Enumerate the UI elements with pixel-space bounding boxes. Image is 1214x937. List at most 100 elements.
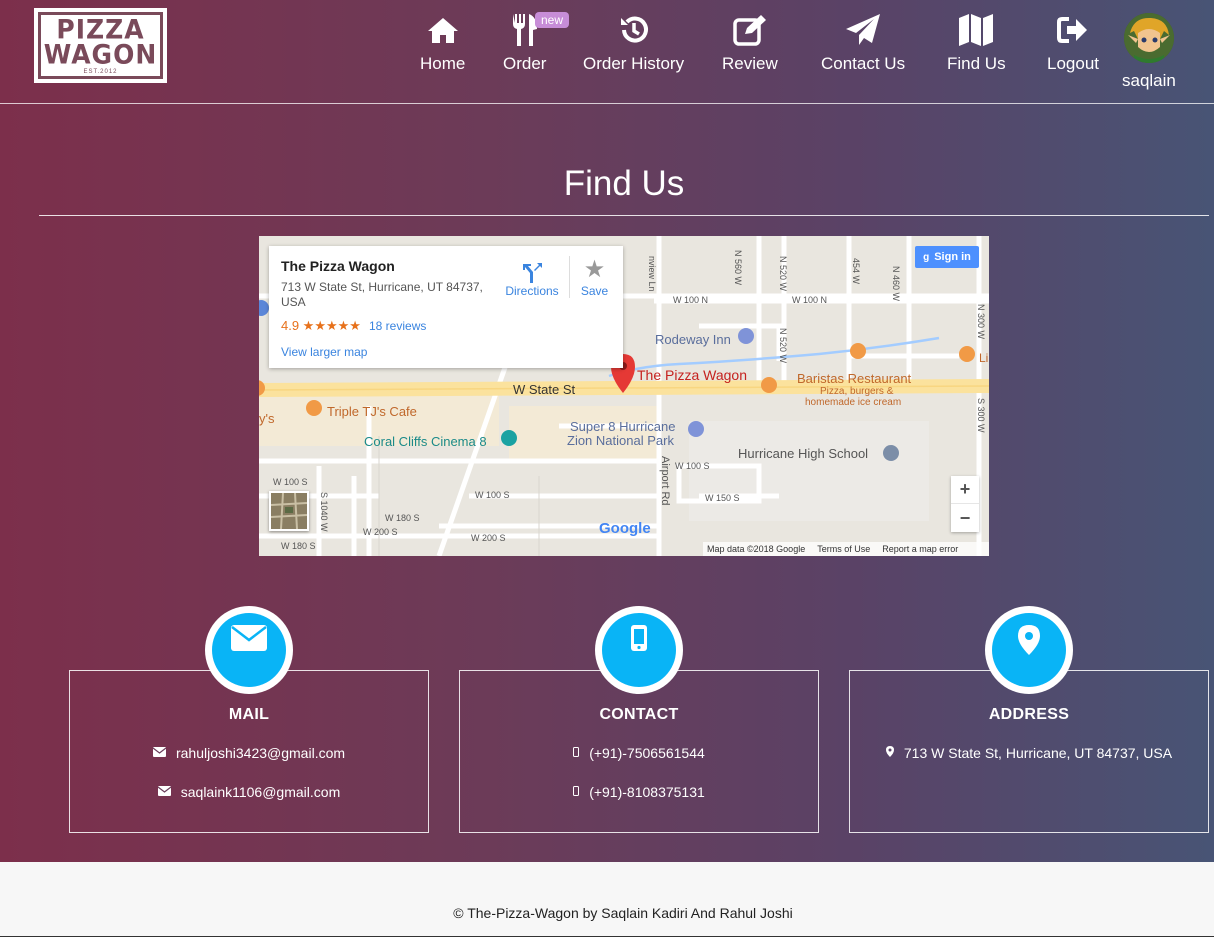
map-label-w100s-c: W 100 S <box>675 461 710 471</box>
place-address: 713 W State St, Hurricane, UT 84737, USA <box>281 280 483 309</box>
mail-address-1[interactable]: rahuljoshi3423@gmail.com <box>176 745 345 761</box>
terms-link[interactable]: Terms of Use <box>817 544 870 554</box>
map-label-school: Hurricane High School <box>738 446 869 461</box>
map-label-n460w: N 460 W <box>891 266 901 302</box>
contact-line-2: (+91)-8108375131 <box>460 784 818 800</box>
address-title: ADDRESS <box>988 706 1070 723</box>
envelope-small-icon <box>157 785 172 799</box>
paper-plane-icon <box>845 12 881 48</box>
page-title: Find Us <box>563 164 685 203</box>
map-label-li: Li <box>979 351 989 365</box>
map-icon <box>958 12 994 48</box>
nav-order-label: Order <box>503 54 547 73</box>
place-info-card: The Pizza Wagon 713 W State St, Hurrican… <box>269 246 623 368</box>
mail-circle <box>205 606 293 694</box>
map-label-pin: The Pizza Wagon <box>637 367 747 383</box>
title-divider <box>39 215 1209 216</box>
nav-order-history-label: Order History <box>583 54 685 73</box>
nav-review[interactable]: Review <box>722 12 778 74</box>
contact-circle <box>595 606 683 694</box>
google-logo: Google <box>599 520 651 537</box>
nav-review-label: Review <box>722 54 778 73</box>
username: saqlain <box>1122 71 1176 90</box>
directions-icon <box>497 258 567 284</box>
map-label-airport-rd: Airport Rd <box>659 456 671 506</box>
map-label-w200s-a: W 200 S <box>363 527 398 537</box>
nav-logout-label: Logout <box>1047 54 1099 73</box>
history-icon <box>618 12 650 48</box>
mobile-icon <box>630 624 648 657</box>
nav-logout[interactable]: Logout <box>1047 12 1099 74</box>
envelope-small-icon <box>152 746 167 760</box>
nav-home[interactable]: Home <box>420 12 465 74</box>
save-label: Save <box>580 284 609 298</box>
map-label-street: W State St <box>513 382 576 397</box>
logo-frame: PIZZA WAGON EST.2012 <box>38 12 163 79</box>
nav-order-history[interactable]: Order History <box>583 12 684 74</box>
contact-line-1: (+91)-7506561544 <box>460 745 818 761</box>
google-g-icon: g <box>923 251 930 263</box>
map-label-baristas: Baristas Restaurant <box>797 371 912 386</box>
embedded-map[interactable]: W State St The Pizza Wagon Baristas Rest… <box>259 236 989 556</box>
place-reviews-link[interactable]: 18 reviews <box>369 319 426 333</box>
zoom-in-button[interactable]: + <box>951 476 979 504</box>
star-icon: ★ <box>583 256 606 283</box>
mail-address-2[interactable]: saqlaink1106@gmail.com <box>181 784 340 800</box>
map-label-s1040w: S 1040 W <box>319 492 329 532</box>
mail-line-1: rahuljoshi3423@gmail.com <box>70 745 428 761</box>
map-label-w150s: W 150 S <box>705 493 740 503</box>
map-sign-in-button[interactable]: g Sign in <box>915 246 979 268</box>
view-larger-map-link[interactable]: View larger map <box>281 345 367 359</box>
footer: © The-Pizza-Wagon by Saqlain Kadiri And … <box>0 862 1214 937</box>
map-label-rodeway: Rodeway Inn <box>655 332 731 347</box>
nav-find-us-label: Find Us <box>947 54 1006 73</box>
user-profile[interactable]: saqlain <box>1122 13 1176 91</box>
map-label-n520w-b: N 520 W <box>778 328 788 364</box>
avatar <box>1123 13 1174 63</box>
logo-line-1: PIZZA <box>56 13 145 45</box>
map-marker-icon <box>1017 624 1041 661</box>
envelope-icon <box>230 624 268 657</box>
contact-card: CONTACT (+91)-7506561544 (+91)-810837513… <box>459 606 819 833</box>
nav-order[interactable]: new Order <box>503 12 570 74</box>
map-marker-small-icon <box>885 746 894 760</box>
home-icon <box>427 12 459 48</box>
map-label-n520w-a: N 520 W <box>778 256 788 292</box>
report-error-link[interactable]: Report a map error <box>882 544 958 554</box>
mail-card: MAIL rahuljoshi3423@gmail.com saqlaink11… <box>69 606 429 833</box>
phone-number-2[interactable]: (+91)-8108375131 <box>589 784 705 800</box>
mail-line-2: saqlaink1106@gmail.com <box>70 784 428 800</box>
save-button[interactable]: ★ Save <box>569 256 619 298</box>
map-label-w200s-b: W 200 S <box>471 533 506 543</box>
address-line-1: 713 W State St, Hurricane, UT 84737, USA <box>850 745 1208 761</box>
map-label-baristas-sub1: Pizza, burgers & <box>820 386 894 397</box>
navbar: PIZZA WAGON EST.2012 Home new Order Orde… <box>0 0 1214 104</box>
map-label-454w: 454 W <box>851 258 861 285</box>
nav-home-label: Home <box>420 54 466 73</box>
brand-logo[interactable]: PIZZA WAGON EST.2012 <box>34 8 167 83</box>
phone-number-1[interactable]: (+91)-7506561544 <box>589 745 705 761</box>
map-label-triple-tj: Triple TJ's Cafe <box>327 404 417 419</box>
map-label-n560w: N 560 W <box>733 250 743 286</box>
zoom-controls: + − <box>951 476 979 532</box>
mail-title: MAIL <box>228 706 270 723</box>
map-label-view-ln: nview Ln <box>647 256 657 292</box>
map-data-credit: Map data ©2018 Google <box>707 544 806 554</box>
satellite-toggle[interactable] <box>269 491 309 531</box>
directions-label: Directions <box>505 284 559 298</box>
map-label-w100s-a: W 100 S <box>273 477 308 487</box>
map-label-w180s-b: W 180 S <box>281 541 316 551</box>
map-label-super8-a: Super 8 Hurricane <box>570 419 676 434</box>
directions-button[interactable]: Directions <box>497 258 567 298</box>
map-label-s300w: S 300 W <box>976 398 986 433</box>
zoom-out-button[interactable]: − <box>951 504 979 532</box>
nav-find-us[interactable]: Find Us <box>947 12 1006 74</box>
map-label-w180s-a: W 180 S <box>385 513 420 523</box>
map-attribution: Map data ©2018 Google Terms of Use Repor… <box>703 542 989 556</box>
map-label-cinema: Coral Cliffs Cinema 8 <box>364 434 487 449</box>
sign-in-label: Sign in <box>934 251 971 263</box>
sign-out-icon <box>1057 12 1089 48</box>
map-label-w100n-a: W 100 N <box>673 295 709 305</box>
nav-contact-us[interactable]: Contact Us <box>821 12 905 74</box>
logo-line-2: WAGON <box>43 38 158 70</box>
